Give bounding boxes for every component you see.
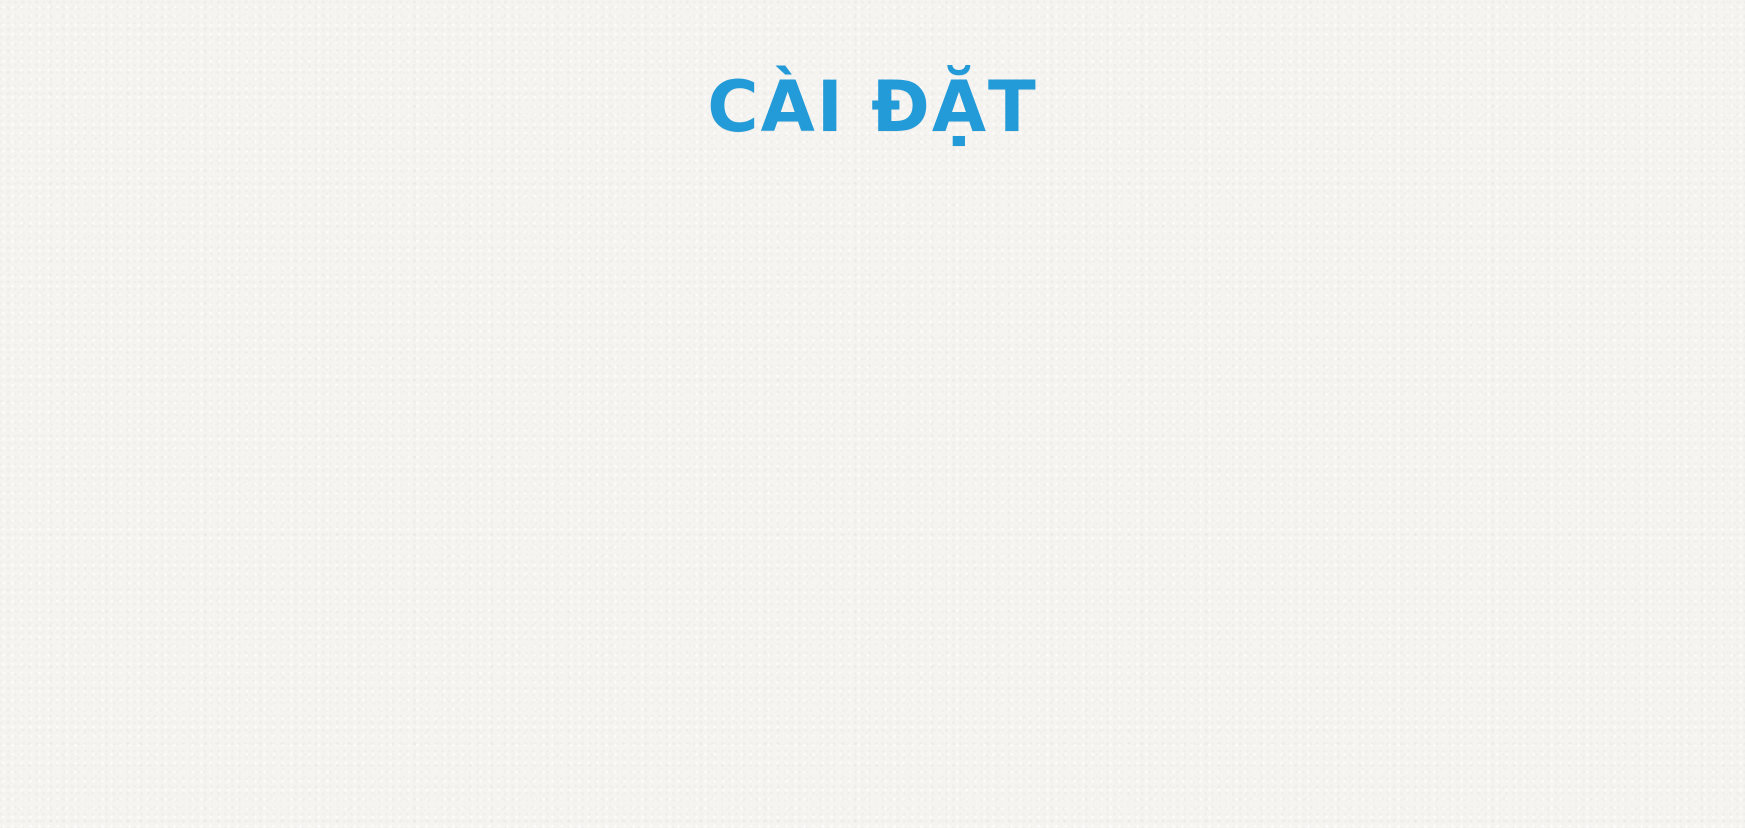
page-title: CÀI ĐẶT bbox=[707, 66, 1038, 148]
settings-content-area bbox=[0, 170, 1745, 828]
settings-screen: CÀI ĐẶT bbox=[0, 0, 1745, 828]
